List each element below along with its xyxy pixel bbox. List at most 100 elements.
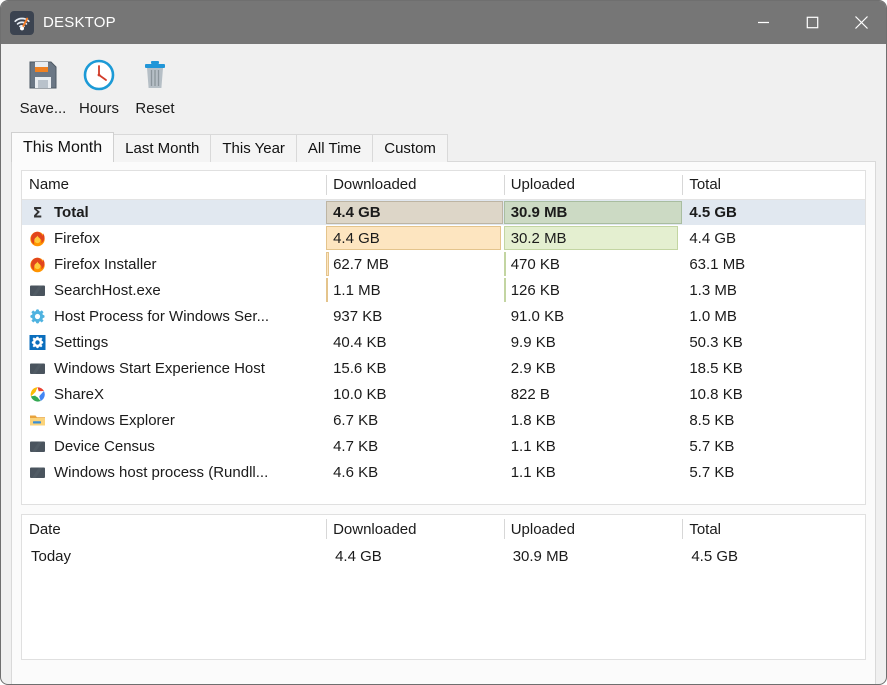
uploaded-value: 9.9 KB [510, 333, 556, 351]
uploaded-value: 30.9 MB [510, 203, 568, 221]
window-controls [739, 1, 886, 44]
table-row[interactable]: ShareX 10.0 KB 822 B 10.8 KB [22, 381, 865, 407]
table-row[interactable]: Windows Explorer 6.7 KB 1.8 KB 8.5 KB [22, 407, 865, 433]
cell-total: 4.5 GB [682, 199, 865, 225]
total-value: 63.1 MB [689, 255, 746, 273]
apps-header-row: Name Downloaded Uploaded Total [22, 171, 865, 200]
save-button[interactable]: Save... [15, 54, 71, 117]
uploaded-value: 126 KB [510, 281, 560, 299]
tab-label: Custom [384, 140, 436, 157]
column-header-uploaded[interactable]: Uploaded [503, 515, 683, 543]
downloaded-value: 937 KB [333, 307, 383, 325]
cell-name: Host Process for Windows Ser... [22, 303, 326, 329]
cell-total: 1.3 MB [682, 277, 865, 303]
downloaded-value: 4.7 KB [333, 437, 379, 455]
downloaded-value: 15.6 KB [333, 359, 387, 377]
cell-name: Firefox Installer [22, 251, 326, 277]
table-row[interactable]: Settings 40.4 KB 9.9 KB 50.3 KB [22, 329, 865, 355]
maximize-icon[interactable] [788, 1, 837, 44]
table-row[interactable]: SearchHost.exe 1.1 MB 126 KB 1.3 MB [22, 277, 865, 303]
column-header-downloaded[interactable]: Downloaded [326, 171, 504, 200]
table-row[interactable]: Today 4.4 GB 30.9 MB 4.5 GB [22, 543, 865, 569]
table-row[interactable]: Device Census 4.7 KB 1.1 KB 5.7 KB [22, 433, 865, 459]
cell-uploaded: 2.9 KB [504, 355, 683, 381]
total-value: 1.3 MB [689, 281, 737, 299]
cell-downloaded: 4.4 GB [326, 543, 504, 569]
exe-icon [28, 281, 46, 299]
cell-downloaded: 40.4 KB [326, 329, 504, 355]
downloaded-value: 10.0 KB [333, 385, 387, 403]
close-icon[interactable] [837, 1, 886, 44]
apps-table-element: Name Downloaded Uploaded Total Σ Total 4.4… [22, 171, 865, 485]
downloaded-value: 1.1 MB [333, 281, 381, 299]
total-value: 4.5 GB [691, 547, 739, 565]
sigma-icon: Σ [28, 203, 46, 221]
gear-gray-icon [28, 307, 46, 325]
table-row[interactable]: Firefox Installer 62.7 MB 470 KB 63.1 MB [22, 251, 865, 277]
column-header-name[interactable]: Name [22, 171, 327, 200]
dates-table[interactable]: Date Downloaded Uploaded Total Today 4.4 … [21, 514, 866, 660]
app-name: Firefox Installer [54, 255, 157, 273]
uploaded-value: 30.9 MB [512, 547, 569, 565]
cell-name: Windows host process (Rundll... [22, 459, 326, 485]
table-row[interactable]: Windows host process (Rundll... 4.6 KB 1.1… [22, 459, 865, 485]
app-name: Total [54, 203, 89, 221]
table-row[interactable]: Σ Total 4.4 GB 30.9 MB 4.5 GB [22, 199, 865, 225]
cell-total: 4.4 GB [682, 225, 865, 251]
downloaded-value: 4.4 GB [333, 203, 381, 221]
uploaded-value: 1.1 KB [510, 463, 556, 481]
sharex-icon [28, 385, 46, 403]
hours-button[interactable]: Hours [71, 54, 127, 117]
cell-downloaded: 15.6 KB [326, 355, 504, 381]
uploaded-value: 2.9 KB [510, 359, 556, 377]
cell-uploaded: 822 B [504, 381, 683, 407]
exe-icon [28, 359, 46, 377]
cell-name: Firefox [22, 225, 326, 251]
tab-last-month[interactable]: Last Month [113, 134, 212, 162]
column-header-uploaded[interactable]: Uploaded [503, 171, 683, 200]
app-name: Windows Explorer [54, 411, 175, 429]
column-header-total[interactable]: Total [682, 515, 865, 543]
total-value: 4.5 GB [689, 203, 737, 221]
cell-uploaded: 1.1 KB [504, 433, 683, 459]
settings-icon [28, 333, 46, 351]
cell-name: Settings [22, 329, 326, 355]
table-row[interactable]: Firefox 4.4 GB 30.2 MB 4.4 GB [22, 225, 865, 251]
uploaded-value: 91.0 KB [510, 307, 565, 325]
column-header-total[interactable]: Total [682, 171, 865, 200]
apps-table[interactable]: Name Downloaded Uploaded Total Σ Total 4.4… [21, 170, 866, 505]
folder-icon [28, 411, 46, 429]
dates-table-body: Today 4.4 GB 30.9 MB 4.5 GB [22, 543, 865, 569]
tab-this-year[interactable]: This Year [210, 134, 297, 162]
cell-date: Today [22, 543, 326, 569]
dates-header-row: Date Downloaded Uploaded Total [22, 515, 865, 543]
cell-name: Windows Explorer [22, 407, 326, 433]
wifi-signal-icon [10, 10, 34, 35]
date-value: Today [31, 547, 72, 565]
total-value: 18.5 KB [689, 359, 743, 377]
tab-bar: This Month Last Month This Year All Time… [11, 132, 876, 162]
column-header-downloaded[interactable]: Downloaded [326, 515, 504, 543]
table-row[interactable]: Windows Start Experience Host 15.6 KB 2.9 … [22, 355, 865, 381]
reset-button[interactable]: Reset [127, 54, 183, 117]
tab-custom[interactable]: Custom [372, 134, 448, 162]
cell-name: Device Census [22, 433, 326, 459]
downloaded-value: 4.6 KB [333, 463, 379, 481]
dates-table-element: Date Downloaded Uploaded Total Today 4.4 … [22, 515, 865, 569]
cell-total: 1.0 MB [682, 303, 865, 329]
cell-total: 5.7 KB [682, 433, 865, 459]
tab-this-month[interactable]: This Month [11, 132, 115, 162]
uploaded-value: 1.8 KB [510, 411, 556, 429]
column-header-date[interactable]: Date [22, 515, 327, 543]
downloaded-value: 4.4 GB [333, 229, 380, 247]
tab-all-time[interactable]: All Time [295, 134, 374, 162]
total-value: 1.0 MB [689, 307, 737, 325]
cell-downloaded: 937 KB [326, 303, 504, 329]
total-value: 5.7 KB [689, 463, 735, 481]
cell-total: 50.3 KB [682, 329, 865, 355]
table-row[interactable]: Host Process for Windows Ser... 937 KB 91.… [22, 303, 865, 329]
cell-downloaded: 4.4 GB [326, 199, 504, 225]
uploaded-value: 1.1 KB [510, 437, 556, 455]
reset-button-label: Reset [135, 100, 175, 117]
minimize-icon[interactable] [739, 1, 788, 44]
